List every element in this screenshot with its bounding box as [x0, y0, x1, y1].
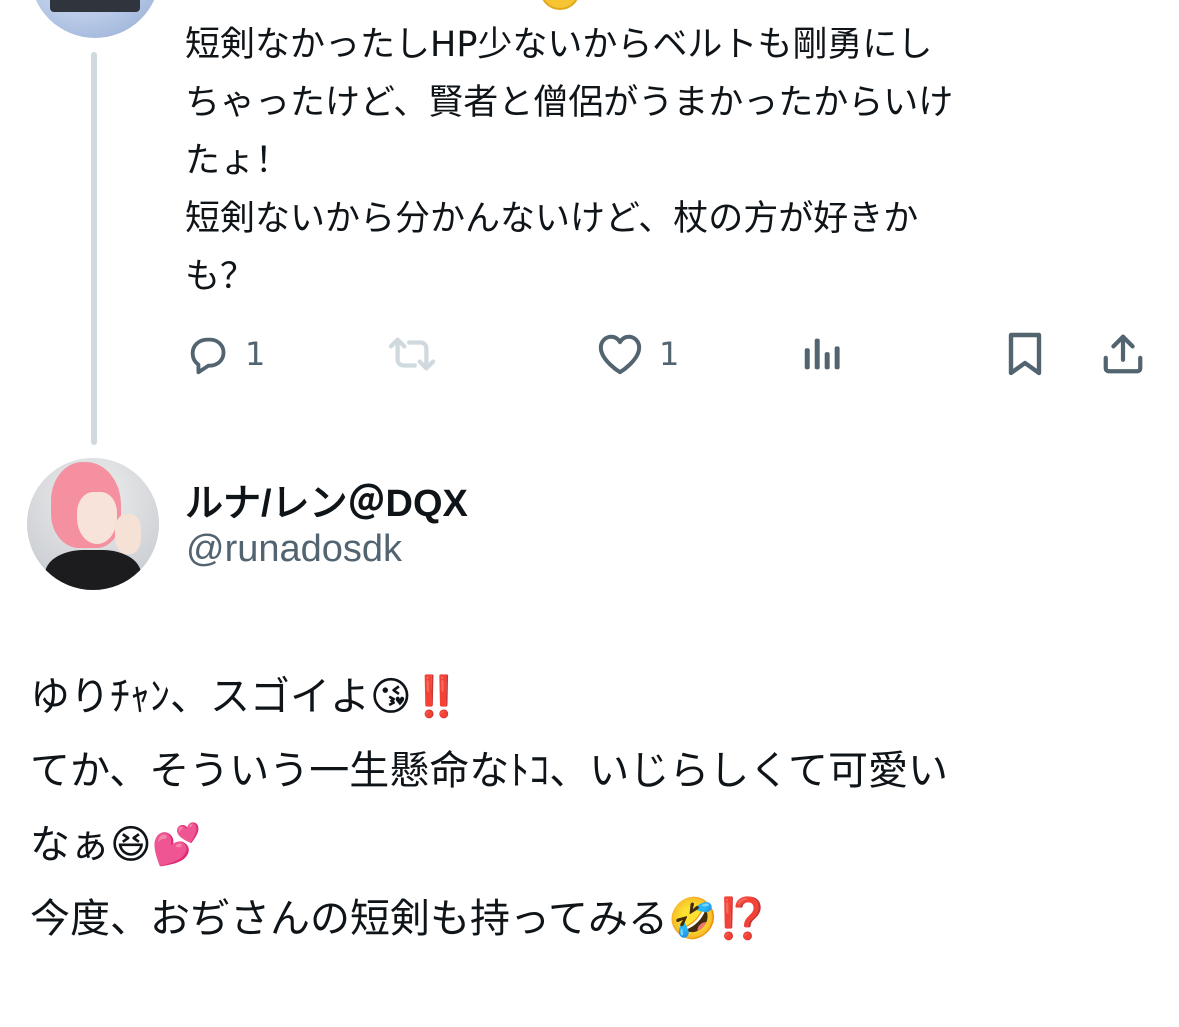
heart-icon [598, 334, 642, 375]
avatar-body [45, 550, 141, 590]
share-button[interactable] [1100, 322, 1146, 386]
avatar-face [77, 492, 117, 544]
tweet-text-line: てか、そういう一生懸命なﾄｺ、いじらしくて可愛い [30, 748, 948, 794]
bookmark-button[interactable] [1003, 322, 1047, 386]
thread-connector-line [91, 52, 97, 445]
tweet-text-line: ゆりﾁｬﾝ、スゴイよ😘‼️ [30, 674, 462, 720]
reply-text-line: 短剣なかったしHP少ないからベルトも剛勇にし [185, 25, 933, 65]
tweet-author-display-name[interactable]: ルナ/レン＠DQX [185, 472, 468, 527]
share-icon [1103, 334, 1143, 374]
reply-button[interactable]: 1 [185, 322, 265, 386]
reply-text-line: たょ！ [185, 141, 291, 181]
reply-text: 短剣なかったしHP少ないからベルトも剛勇にし ちゃったけど、賢者と僧侶がうまかっ… [185, 16, 1125, 306]
views-icon [804, 338, 840, 370]
reply-icon [190, 337, 226, 375]
like-count: 1 [659, 335, 680, 373]
reply-text-line: ちゃったけど、賢者と僧侶がうまかったからいけ [185, 83, 954, 123]
reply-action-bar: 1 1 [185, 322, 1155, 386]
reply-text-line: 短剣ないから分かんないけど、杖の方が好きか [185, 199, 919, 239]
retweet-icon [388, 337, 436, 371]
avatar-detail [50, 0, 140, 12]
tweet-text: ゆりﾁｬﾝ、スゴイよ😘‼️ てか、そういう一生懸命なﾄｺ、いじらしくて可愛い な… [30, 660, 1150, 956]
views-button[interactable] [800, 322, 844, 386]
avatar-hand [115, 514, 141, 554]
reply-count: 1 [245, 335, 266, 373]
tweet-author-handle[interactable]: @runadosdk [186, 528, 402, 571]
tweet-author-avatar[interactable] [27, 458, 159, 590]
reply-author-avatar[interactable] [30, 0, 160, 38]
bookmark-icon [1008, 332, 1042, 376]
tweet-text-line: 今度、おぢさんの短剣も持ってみる🤣⁉️ [30, 896, 768, 942]
like-button[interactable]: 1 [595, 322, 679, 386]
tweet-text-line: なぁ😆💕 [30, 822, 202, 868]
reply-author-name-cutoff [185, 0, 585, 8]
retweet-button[interactable] [385, 322, 453, 386]
reply-text-line: も？ [185, 257, 256, 297]
